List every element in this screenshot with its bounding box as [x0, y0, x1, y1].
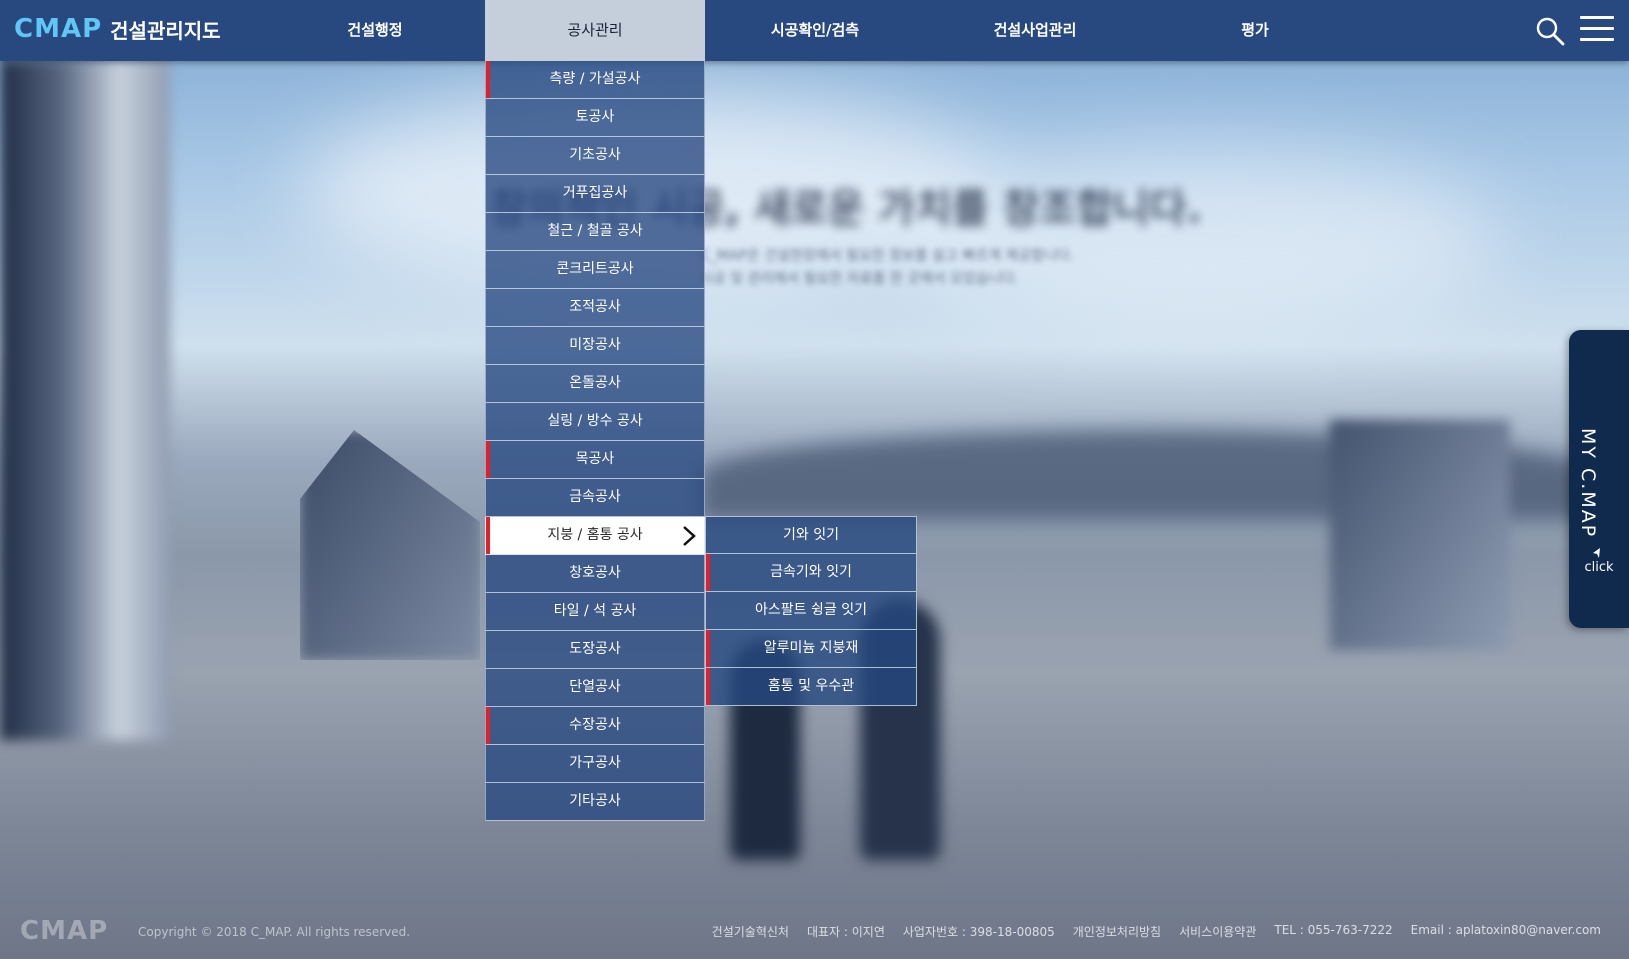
footer-tel: TEL : 055-763-7222 — [1274, 923, 1393, 937]
submenu-item[interactable]: 홈통 및 우수관 — [705, 668, 917, 706]
footer-logo: CMAP — [20, 916, 109, 946]
construction-management-dropdown: 측량 / 가설공사토공사기초공사거푸집공사철근 / 철골 공사콘크리트공사조적공… — [485, 61, 705, 821]
footer-email: Email : aplatoxin80@naver.com — [1410, 923, 1601, 937]
nav-item-evaluation[interactable]: 평가 — [1200, 0, 1310, 61]
footer-ceo: 대표자 : 이지연 — [806, 925, 885, 939]
dropdown-item-label: 실링 / 방수 공사 — [547, 413, 643, 429]
dropdown-item-label: 가구공사 — [569, 755, 621, 771]
dropdown-item[interactable]: 기초공사 — [485, 137, 705, 175]
site-footer: CMAP Copyright © 2018 C_MAP. All rights … — [0, 900, 1629, 959]
dropdown-item[interactable]: 목공사 — [485, 441, 705, 479]
footer-privacy-link[interactable]: 개인정보처리방침 — [1073, 923, 1161, 940]
dropdown-item-label: 토공사 — [575, 109, 615, 125]
submenu-item-label: 홈통 및 우수관 — [767, 678, 855, 694]
dropdown-item-label: 기타공사 — [569, 793, 621, 809]
footer-company: 건설기술혁신처 — [711, 925, 789, 939]
dropdown-item[interactable]: 미장공사 — [485, 327, 705, 365]
nav-item-project-management[interactable]: 건설사업관리 — [955, 0, 1115, 61]
cursor-icon — [1593, 548, 1600, 558]
search-button[interactable] — [1535, 16, 1565, 46]
hamburger-line — [1580, 16, 1614, 19]
logo-mark-text: CMAP — [14, 14, 103, 44]
hamburger-line — [1580, 27, 1614, 30]
dropdown-item[interactable]: 창호공사 — [485, 555, 705, 593]
hero-subline-1: C_MAP은 건설현장에서 필요한 정보를 쉽고 빠르게 제공합니다. — [700, 248, 1075, 264]
footer-terms-link[interactable]: 서비스이용약관 — [1179, 923, 1256, 940]
submenu-item[interactable]: 아스팔트 슁글 잇기 — [705, 592, 917, 630]
dropdown-item-label: 철근 / 철골 공사 — [547, 223, 643, 239]
dropdown-item[interactable]: 금속공사 — [485, 479, 705, 517]
nav-item-construction-admin[interactable]: 건설행정 — [310, 0, 440, 61]
dropdown-item[interactable]: 측량 / 가설공사 — [485, 61, 705, 99]
submenu-item-label: 기와 잇기 — [783, 527, 839, 543]
hero-subline-2: 시공 및 관리에서 필요한 자료를 한 곳에서 모았습니다. — [700, 271, 1019, 287]
dropdown-item-label: 지붕 / 홈통 공사 — [547, 527, 643, 543]
dropdown-item-label: 도장공사 — [569, 641, 621, 657]
logo-text: 건설관리지도 — [110, 18, 221, 43]
dropdown-item[interactable]: 거푸집공사 — [485, 175, 705, 213]
dropdown-item[interactable]: 도장공사 — [485, 631, 705, 669]
hamburger-menu-button[interactable] — [1580, 16, 1614, 46]
dropdown-item[interactable]: 수장공사 — [485, 707, 705, 745]
click-hint: click — [1584, 560, 1614, 575]
my-cmap-side-tab[interactable]: MY C.MAP click — [1569, 330, 1629, 628]
submenu-item-label: 알루미늄 지붕재 — [763, 640, 859, 656]
dropdown-item-label: 단열공사 — [569, 679, 621, 695]
dropdown-item[interactable]: 단열공사 — [485, 669, 705, 707]
footer-info: 건설기술혁신처 대표자 : 이지연 사업자번호 : 398-18-00805 개… — [712, 923, 1601, 940]
chevron-right-icon — [682, 517, 696, 554]
dropdown-item[interactable]: 지붕 / 홈통 공사 — [485, 517, 705, 555]
site-logo[interactable]: CMAP 건설관리지도 — [14, 14, 221, 44]
dropdown-item-label: 콘크리트공사 — [556, 261, 634, 277]
dropdown-item[interactable]: 조적공사 — [485, 289, 705, 327]
dropdown-item-label: 기초공사 — [569, 147, 621, 163]
dropdown-item[interactable]: 토공사 — [485, 99, 705, 137]
hero-background: 창의적인 시공, 새로운 가치를 창조합니다. C_MAP은 건설현장에서 필요… — [0, 0, 1629, 959]
dropdown-item-label: 창호공사 — [569, 565, 621, 581]
submenu-item[interactable]: 알루미늄 지붕재 — [705, 630, 917, 668]
dropdown-item[interactable]: 실링 / 방수 공사 — [485, 403, 705, 441]
submenu-item-label: 금속기와 잇기 — [770, 564, 852, 580]
dropdown-item[interactable]: 기타공사 — [485, 783, 705, 821]
dropdown-item-label: 미장공사 — [569, 337, 621, 353]
roof-gutter-submenu: 기와 잇기금속기와 잇기아스팔트 슁글 잇기알루미늄 지붕재홈통 및 우수관 — [705, 516, 917, 706]
search-icon — [1536, 17, 1565, 46]
submenu-item-label: 아스팔트 슁글 잇기 — [755, 602, 867, 618]
nav-item-inspection[interactable]: 시공확인/검측 — [735, 0, 895, 61]
dropdown-item[interactable]: 타일 / 석 공사 — [485, 593, 705, 631]
dropdown-item-label: 수장공사 — [569, 717, 621, 733]
dropdown-item-label: 측량 / 가설공사 — [549, 71, 641, 87]
logo-mark: CMAP — [14, 14, 102, 44]
dropdown-item-label: 타일 / 석 공사 — [553, 603, 637, 619]
copyright-text: Copyright © 2018 C_MAP. All rights reser… — [138, 925, 411, 939]
dropdown-item[interactable]: 온돌공사 — [485, 365, 705, 403]
top-navigation-bar: CMAP 건설관리지도 건설행정 공사관리 시공확인/검측 건설사업관리 평가 — [0, 0, 1629, 61]
hamburger-line — [1580, 38, 1614, 41]
dropdown-item[interactable]: 철근 / 철골 공사 — [485, 213, 705, 251]
dropdown-item-label: 금속공사 — [569, 489, 621, 505]
submenu-item[interactable]: 기와 잇기 — [705, 516, 917, 554]
dropdown-item-label: 목공사 — [575, 451, 615, 467]
submenu-item[interactable]: 금속기와 잇기 — [705, 554, 917, 592]
dropdown-item-label: 온돌공사 — [569, 375, 621, 391]
my-cmap-label: MY C.MAP — [1577, 428, 1599, 539]
dropdown-item[interactable]: 가구공사 — [485, 745, 705, 783]
footer-biz-number: 사업자번호 : 398-18-00805 — [902, 925, 1055, 939]
dropdown-item-label: 조적공사 — [569, 299, 621, 315]
dropdown-item[interactable]: 콘크리트공사 — [485, 251, 705, 289]
dropdown-item-label: 거푸집공사 — [562, 185, 628, 201]
nav-item-construction-management[interactable]: 공사관리 — [485, 0, 705, 61]
